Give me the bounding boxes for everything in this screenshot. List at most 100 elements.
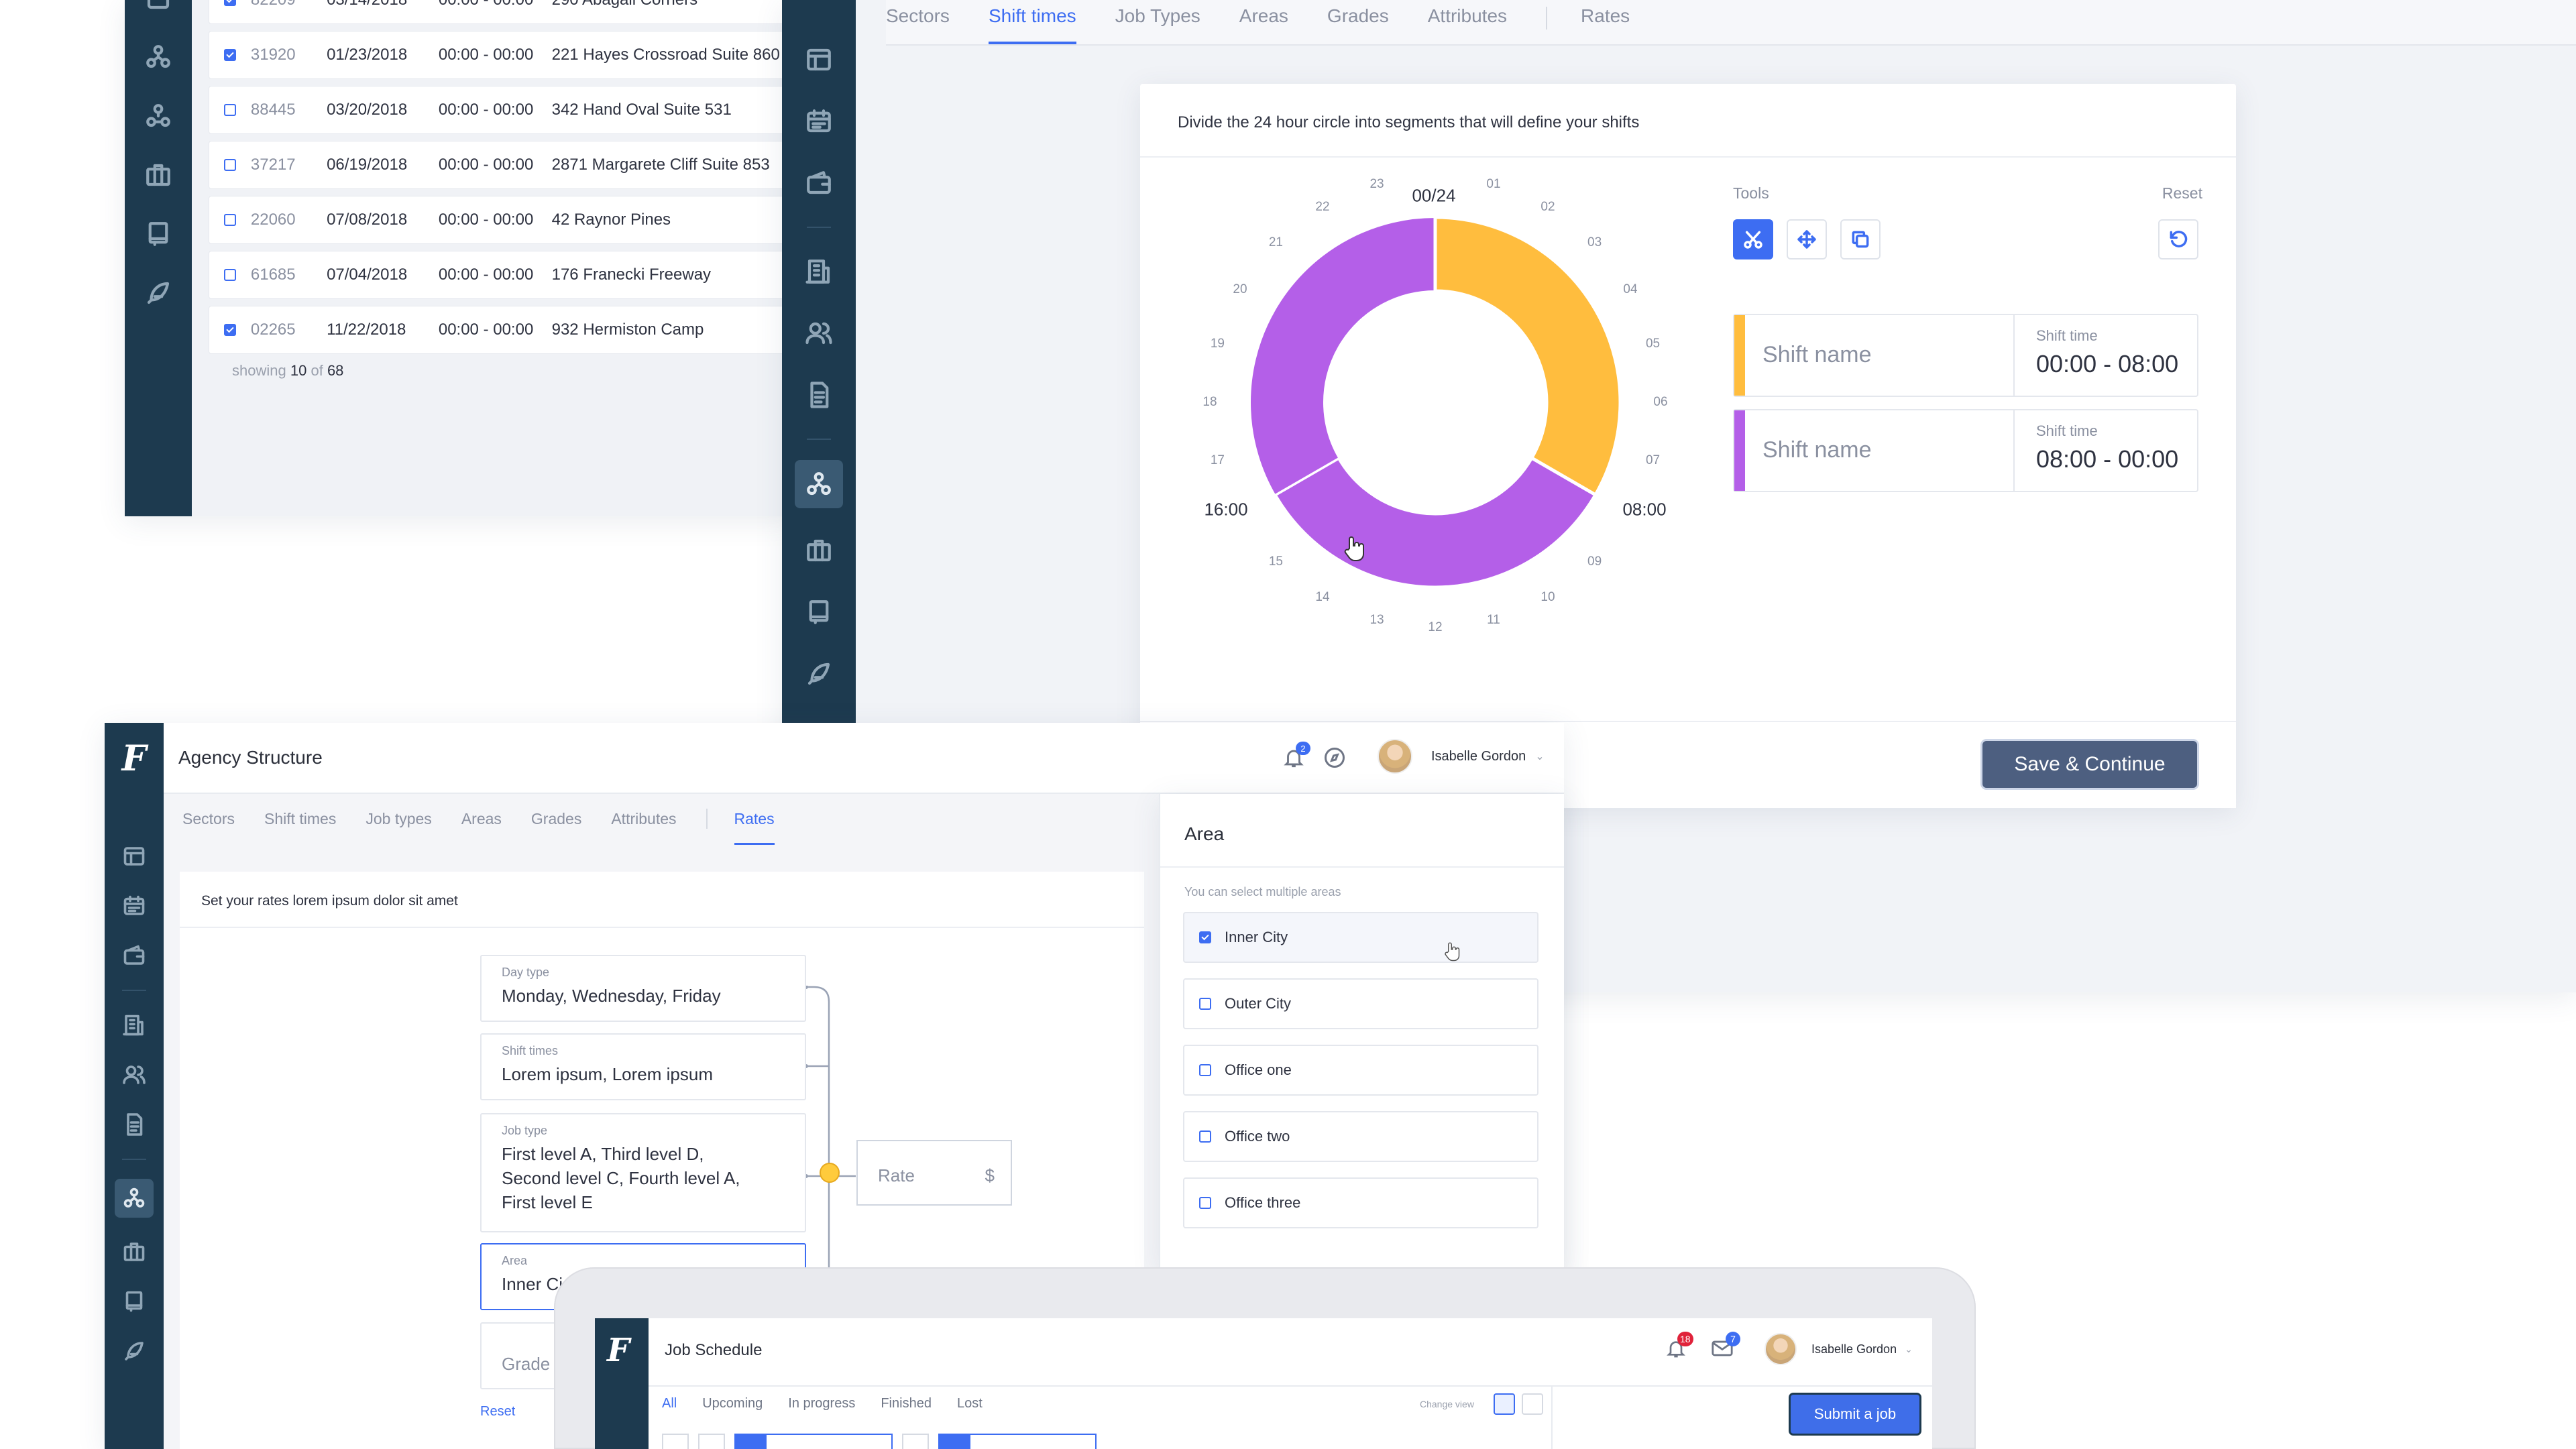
tab-job-types[interactable]: Job types: [366, 794, 431, 845]
feather-icon[interactable]: [803, 658, 834, 689]
tab-shift-times[interactable]: Shift times: [988, 0, 1076, 44]
move-tool-button[interactable]: [1787, 219, 1827, 259]
area-option[interactable]: Office two: [1183, 1111, 1538, 1162]
tab-rates[interactable]: Rates: [1581, 0, 1630, 44]
book-icon[interactable]: [119, 1286, 150, 1317]
building-icon[interactable]: [803, 256, 834, 287]
feather-icon[interactable]: [119, 1336, 150, 1367]
list-item[interactable]: 61685 07/04/2018 00:00 - 00:00 176 Franecki…: [209, 251, 792, 299]
tab-sectors[interactable]: Sectors: [886, 0, 950, 44]
tab-sectors[interactable]: Sectors: [182, 794, 235, 845]
row-checkbox[interactable]: [224, 49, 236, 61]
row-checkbox[interactable]: [224, 269, 236, 281]
list-item[interactable]: 31920 01/23/2018 00:00 - 00:00 221 Hayes Cr…: [209, 31, 792, 79]
row-checkbox[interactable]: [224, 324, 236, 336]
day-type-field[interactable]: Day type Monday, Wednesday, Friday: [480, 955, 806, 1022]
user-menu[interactable]: Isabelle Gordon ⌄: [1378, 739, 1545, 774]
briefcase-icon[interactable]: [803, 535, 834, 566]
toolbar-button[interactable]: [902, 1434, 929, 1449]
submit-job-button[interactable]: Submit a job: [1791, 1395, 1919, 1434]
mail-icon[interactable]: 7: [1711, 1332, 1740, 1362]
tab-rates[interactable]: Rates: [734, 794, 775, 845]
structure-alt-icon[interactable]: [143, 101, 174, 131]
tab-finished[interactable]: Finished: [881, 1396, 932, 1421]
compass-icon[interactable]: [1323, 746, 1347, 773]
area-option[interactable]: Outer City: [1183, 978, 1538, 1029]
save-continue-button[interactable]: Save & Continue: [1982, 741, 2197, 788]
shift-name-input[interactable]: Shift name: [1745, 315, 2015, 396]
duplicate-tool-button[interactable]: [1840, 219, 1881, 259]
user-menu[interactable]: Isabelle Gordon ⌄: [1765, 1333, 1913, 1365]
tab-all[interactable]: All: [662, 1396, 677, 1421]
tab-job-types[interactable]: Job Types: [1115, 0, 1200, 44]
date-range-selector[interactable]: [734, 1434, 893, 1449]
wallet-icon[interactable]: [803, 168, 834, 198]
tab-in-progress[interactable]: In progress: [788, 1396, 855, 1421]
building-icon[interactable]: [119, 1010, 150, 1041]
tab-attributes[interactable]: Attributes: [1428, 0, 1507, 44]
shift-times-field[interactable]: Shift times Lorem ipsum, Lorem ipsum: [480, 1033, 806, 1100]
row-checkbox[interactable]: [224, 159, 236, 171]
area-checkbox[interactable]: [1199, 1131, 1211, 1143]
briefcase-icon[interactable]: [119, 1236, 150, 1267]
area-checkbox[interactable]: [1199, 998, 1211, 1010]
list-item[interactable]: 37217 06/19/2018 00:00 - 00:00 2871 Margare…: [209, 141, 792, 189]
tab-lost[interactable]: Lost: [957, 1396, 983, 1421]
area-checkbox[interactable]: [1199, 931, 1211, 943]
list-item[interactable]: 8220903/14/201800:00 - 00:00290 Abagail …: [209, 0, 792, 24]
shift-card-2[interactable]: Shift name Shift time 08:00 - 00:00: [1733, 409, 2198, 492]
scissors-tool-button[interactable]: [1733, 219, 1773, 259]
document-icon[interactable]: [119, 1109, 150, 1140]
toolbar-button[interactable]: [662, 1434, 689, 1449]
users-icon[interactable]: [803, 318, 834, 349]
shift-segment[interactable]: [1433, 215, 1622, 498]
wallet-icon[interactable]: [119, 940, 150, 971]
feather-icon[interactable]: [143, 278, 174, 308]
list-item[interactable]: 88445 03/20/2018 00:00 - 00:00 342 Hand Ova…: [209, 86, 792, 134]
job-type-field[interactable]: Job type First level A, Third level D, S…: [480, 1113, 806, 1232]
tab-attributes[interactable]: Attributes: [611, 794, 676, 845]
book-icon[interactable]: [803, 597, 834, 628]
list-item[interactable]: 22060 07/08/2018 00:00 - 00:00 42 Raynor Pi…: [209, 196, 792, 244]
layout-icon[interactable]: [119, 841, 150, 872]
shift-time-value[interactable]: 00:00 - 08:00: [2036, 350, 2197, 378]
tab-shift-times[interactable]: Shift times: [264, 794, 336, 845]
bell-icon[interactable]: 18: [1665, 1332, 1693, 1363]
shift-clock[interactable]: 00/24 08:00 16:00 01 02 03 04 05 06 07 09 10 11 12…: [1140, 168, 1677, 650]
shift-segment[interactable]: [1272, 455, 1598, 589]
app-logo[interactable]: F: [595, 1318, 649, 1449]
bell-icon[interactable]: 2: [1282, 742, 1310, 773]
shift-time-value[interactable]: 08:00 - 00:00: [2036, 445, 2197, 473]
users-icon[interactable]: [119, 1059, 150, 1090]
calendar-icon[interactable]: [803, 106, 834, 137]
briefcase-icon[interactable]: [143, 160, 174, 190]
row-checkbox[interactable]: [224, 214, 236, 226]
area-option[interactable]: Office three: [1183, 1177, 1538, 1228]
tab-grades[interactable]: Grades: [531, 794, 581, 845]
document-icon[interactable]: [803, 380, 834, 410]
area-option[interactable]: Office one: [1183, 1045, 1538, 1096]
reset-link[interactable]: Reset: [480, 1404, 515, 1419]
structure-icon[interactable]: [115, 1179, 154, 1218]
calendar-icon[interactable]: [119, 890, 150, 921]
tab-grades[interactable]: Grades: [1327, 0, 1389, 44]
toolbar-button[interactable]: [698, 1434, 725, 1449]
structure-icon[interactable]: [143, 42, 174, 72]
calendar-icon[interactable]: [143, 0, 174, 13]
filter-selector[interactable]: [938, 1434, 1097, 1449]
rate-input[interactable]: Rate $: [856, 1140, 1012, 1206]
book-icon[interactable]: [143, 219, 174, 249]
tab-areas[interactable]: Areas: [1239, 0, 1288, 44]
shift-card-1[interactable]: Shift name Shift time 00:00 - 08:00: [1733, 314, 2198, 397]
area-checkbox[interactable]: [1199, 1064, 1211, 1076]
list-view-icon[interactable]: [1522, 1393, 1543, 1415]
reset-button[interactable]: [2158, 219, 2198, 259]
row-checkbox[interactable]: [224, 104, 236, 116]
layout-icon[interactable]: [803, 44, 834, 75]
tab-upcoming[interactable]: Upcoming: [702, 1396, 763, 1421]
calendar-view-icon[interactable]: [1494, 1393, 1515, 1415]
shift-name-input[interactable]: Shift name: [1745, 410, 2015, 491]
app-logo[interactable]: F: [105, 723, 164, 794]
structure-icon[interactable]: [795, 460, 843, 508]
tab-areas[interactable]: Areas: [461, 794, 502, 845]
